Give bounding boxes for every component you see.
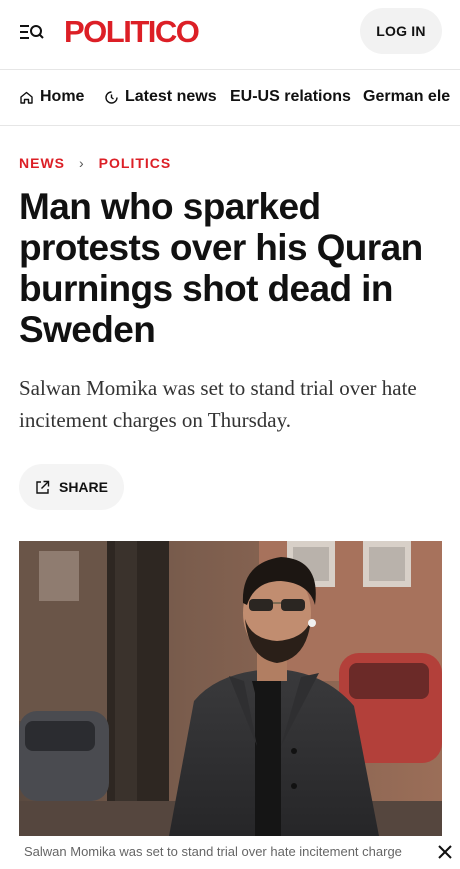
photo-caption: Salwan Momika was set to stand trial ove…: [24, 844, 402, 859]
topic-nav: Home Latest news EU-US relations German …: [0, 70, 460, 126]
menu-search-icon[interactable]: [18, 20, 46, 44]
nav-item-label: EU-US relations: [230, 88, 351, 105]
share-button[interactable]: SHARE: [19, 464, 124, 510]
share-label: SHARE: [58, 479, 108, 495]
login-button[interactable]: LOG IN: [360, 8, 442, 54]
site-logo[interactable]: POLITICO: [64, 14, 200, 50]
article-photo: [19, 541, 442, 836]
nav-item-label: Home: [40, 88, 85, 105]
nav-item-label: German ele: [363, 88, 451, 105]
breadcrumb-politics[interactable]: POLITICS: [99, 155, 172, 171]
nav-item-german-elections[interactable]: German ele: [363, 88, 450, 106]
photo-caption-bar: Salwan Momika was set to stand trial ove…: [0, 836, 460, 869]
clock-icon: [105, 90, 118, 104]
close-icon[interactable]: [436, 843, 454, 861]
nav-item-eu-us-relations[interactable]: EU-US relations: [230, 88, 351, 106]
chevron-right-icon: ›: [79, 155, 85, 171]
home-icon: [20, 91, 33, 104]
article-dek: Salwan Momika was set to stand trial ove…: [19, 376, 417, 432]
site-header: POLITICO LOG IN: [0, 0, 460, 70]
nav-item-latest-news[interactable]: Latest news: [104, 88, 217, 106]
breadcrumb-news[interactable]: NEWS: [19, 155, 65, 171]
breadcrumb: NEWS › POLITICS: [19, 155, 171, 171]
nav-item-label: Latest news: [125, 88, 217, 105]
share-icon: [36, 480, 50, 494]
article-headline: Man who sparked protests over his Quran …: [19, 186, 423, 350]
nav-item-home[interactable]: Home: [19, 88, 84, 106]
